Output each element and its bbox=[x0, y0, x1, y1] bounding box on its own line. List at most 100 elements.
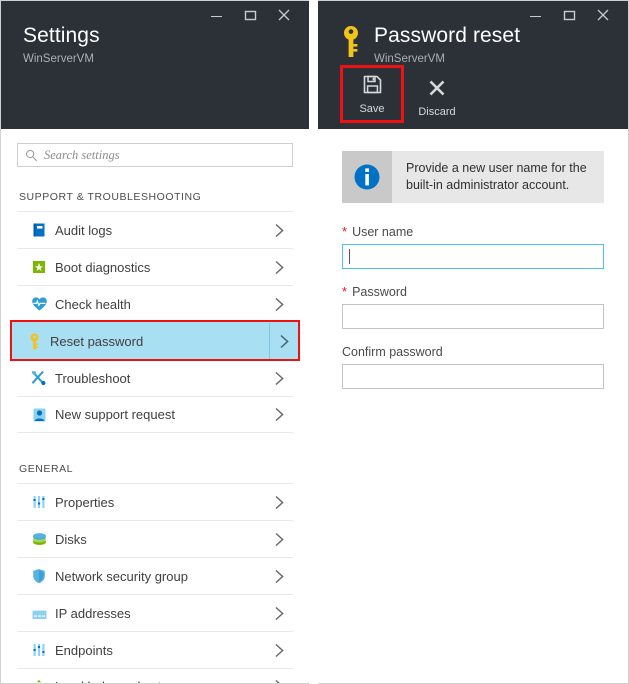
minimize-button[interactable] bbox=[199, 2, 233, 28]
group-header-general: GENERAL bbox=[1, 433, 309, 483]
text-caret bbox=[349, 249, 350, 264]
info-icon bbox=[352, 162, 382, 192]
search-settings-wrap: Search settings bbox=[17, 143, 293, 167]
check-health-icon bbox=[23, 296, 55, 312]
settings-title-texts: Settings WinServerVM bbox=[23, 23, 100, 67]
chevron-right-icon bbox=[265, 606, 293, 621]
properties-icon bbox=[23, 494, 55, 510]
page-title: Settings bbox=[23, 23, 100, 48]
sidebar-item-load-balanced-sets[interactable]: Load balanced sets bbox=[17, 668, 293, 683]
close-icon bbox=[277, 8, 291, 22]
password-input[interactable] bbox=[342, 304, 604, 329]
user-name-label-row: * User name bbox=[342, 225, 604, 239]
sidebar-item-endpoints[interactable]: Endpoints bbox=[17, 631, 293, 668]
sidebar-item-label: Endpoints bbox=[55, 643, 265, 658]
sidebar-item-check-health[interactable]: Check health bbox=[17, 285, 293, 322]
key-icon bbox=[18, 333, 50, 350]
discard-icon bbox=[428, 76, 446, 100]
sidebar-item-label: Check health bbox=[55, 297, 265, 312]
info-banner: Provide a new user name for the built-in… bbox=[342, 151, 604, 203]
page-subtitle: WinServerVM bbox=[23, 51, 100, 67]
key-icon bbox=[336, 23, 366, 61]
password-label-row: * Password bbox=[342, 285, 604, 299]
page-title: Password reset bbox=[374, 23, 520, 48]
confirm-password-label-row: Confirm password bbox=[342, 345, 604, 359]
close-button[interactable] bbox=[586, 2, 620, 28]
chevron-right-icon bbox=[265, 679, 293, 683]
nav-list-support: Audit logs Boot diagnostics bbox=[1, 211, 309, 433]
sidebar-item-network-security-group[interactable]: Network security group bbox=[17, 557, 293, 594]
sidebar-item-label: Disks bbox=[55, 532, 265, 547]
chevron-right-icon bbox=[269, 323, 298, 359]
load-balanced-sets-icon bbox=[23, 679, 55, 684]
sidebar-item-new-support-request[interactable]: New support request bbox=[17, 396, 293, 433]
discard-button[interactable]: Discard bbox=[408, 71, 466, 123]
audit-logs-icon bbox=[23, 222, 55, 238]
sidebar-item-troubleshoot[interactable]: Troubleshoot bbox=[17, 359, 293, 396]
info-icon-container bbox=[342, 151, 392, 203]
blade-divider bbox=[309, 0, 318, 684]
command-bar: Save Discard bbox=[340, 65, 470, 123]
password-label: Password bbox=[352, 285, 407, 299]
sidebar-item-reset-password[interactable]: Reset password bbox=[12, 322, 298, 359]
save-label: Save bbox=[359, 102, 384, 116]
maximize-button[interactable] bbox=[552, 2, 586, 28]
sidebar-item-label: Network security group bbox=[55, 569, 265, 584]
search-input[interactable]: Search settings bbox=[17, 143, 293, 167]
sidebar-item-label: Reset password bbox=[50, 334, 269, 349]
confirm-password-input[interactable] bbox=[342, 364, 604, 389]
sidebar-item-label: Boot diagnostics bbox=[55, 260, 265, 275]
azure-portal-blades: Settings WinServerVM Search settings bbox=[0, 0, 629, 684]
sidebar-item-label: Troubleshoot bbox=[55, 371, 265, 386]
password-reset-form: Provide a new user name for the built-in… bbox=[318, 129, 628, 683]
nav-list-general: Properties Disks bbox=[1, 483, 309, 683]
password-field-group: * Password bbox=[342, 285, 604, 329]
close-button[interactable] bbox=[267, 2, 301, 28]
sidebar-item-label: Load balanced sets bbox=[55, 679, 265, 683]
chevron-right-icon bbox=[265, 297, 293, 312]
minimize-icon bbox=[529, 9, 542, 22]
detail-window-controls bbox=[518, 1, 628, 29]
settings-blade-header: Settings WinServerVM bbox=[1, 1, 309, 129]
troubleshoot-icon bbox=[23, 370, 55, 386]
minimize-button[interactable] bbox=[518, 2, 552, 28]
confirm-password-label: Confirm password bbox=[342, 345, 443, 359]
user-name-input[interactable] bbox=[342, 244, 604, 269]
required-asterisk: * bbox=[342, 285, 347, 298]
sidebar-item-audit-logs[interactable]: Audit logs bbox=[17, 211, 293, 248]
sidebar-item-boot-diagnostics[interactable]: Boot diagnostics bbox=[17, 248, 293, 285]
chevron-right-icon bbox=[265, 260, 293, 275]
chevron-right-icon bbox=[265, 407, 293, 422]
chevron-right-icon bbox=[265, 371, 293, 386]
discard-label: Discard bbox=[418, 105, 455, 119]
chevron-right-icon bbox=[265, 569, 293, 584]
disks-icon bbox=[23, 531, 55, 547]
sidebar-item-label: Audit logs bbox=[55, 223, 265, 238]
confirm-password-field-group: Confirm password bbox=[342, 345, 604, 389]
endpoints-icon bbox=[23, 642, 55, 658]
user-name-field-group: * User name bbox=[342, 225, 604, 269]
settings-window-controls bbox=[199, 1, 309, 29]
info-banner-text: Provide a new user name for the built-in… bbox=[392, 151, 604, 203]
sidebar-item-properties[interactable]: Properties bbox=[17, 483, 293, 520]
shield-icon bbox=[23, 568, 55, 584]
save-button[interactable]: Save bbox=[340, 65, 404, 123]
required-asterisk: * bbox=[342, 225, 347, 238]
password-reset-title-texts: Password reset WinServerVM bbox=[374, 23, 520, 67]
search-placeholder: Search settings bbox=[44, 148, 120, 163]
chevron-right-icon bbox=[265, 643, 293, 658]
sidebar-item-disks[interactable]: Disks bbox=[17, 520, 293, 557]
minimize-icon bbox=[210, 9, 223, 22]
password-reset-header: Password reset WinServerVM Save bbox=[318, 1, 628, 129]
sidebar-item-ip-addresses[interactable]: IP addresses bbox=[17, 594, 293, 631]
maximize-button[interactable] bbox=[233, 2, 267, 28]
support-request-icon bbox=[23, 407, 55, 423]
maximize-icon bbox=[563, 9, 576, 22]
maximize-icon bbox=[244, 9, 257, 22]
ip-addresses-icon bbox=[23, 606, 55, 621]
chevron-right-icon bbox=[265, 495, 293, 510]
password-reset-blade: Password reset WinServerVM Save bbox=[318, 0, 629, 684]
settings-body: Search settings SUPPORT & TROUBLESHOOTIN… bbox=[1, 129, 309, 683]
sidebar-item-label: New support request bbox=[55, 407, 265, 422]
sidebar-item-label: Properties bbox=[55, 495, 265, 510]
